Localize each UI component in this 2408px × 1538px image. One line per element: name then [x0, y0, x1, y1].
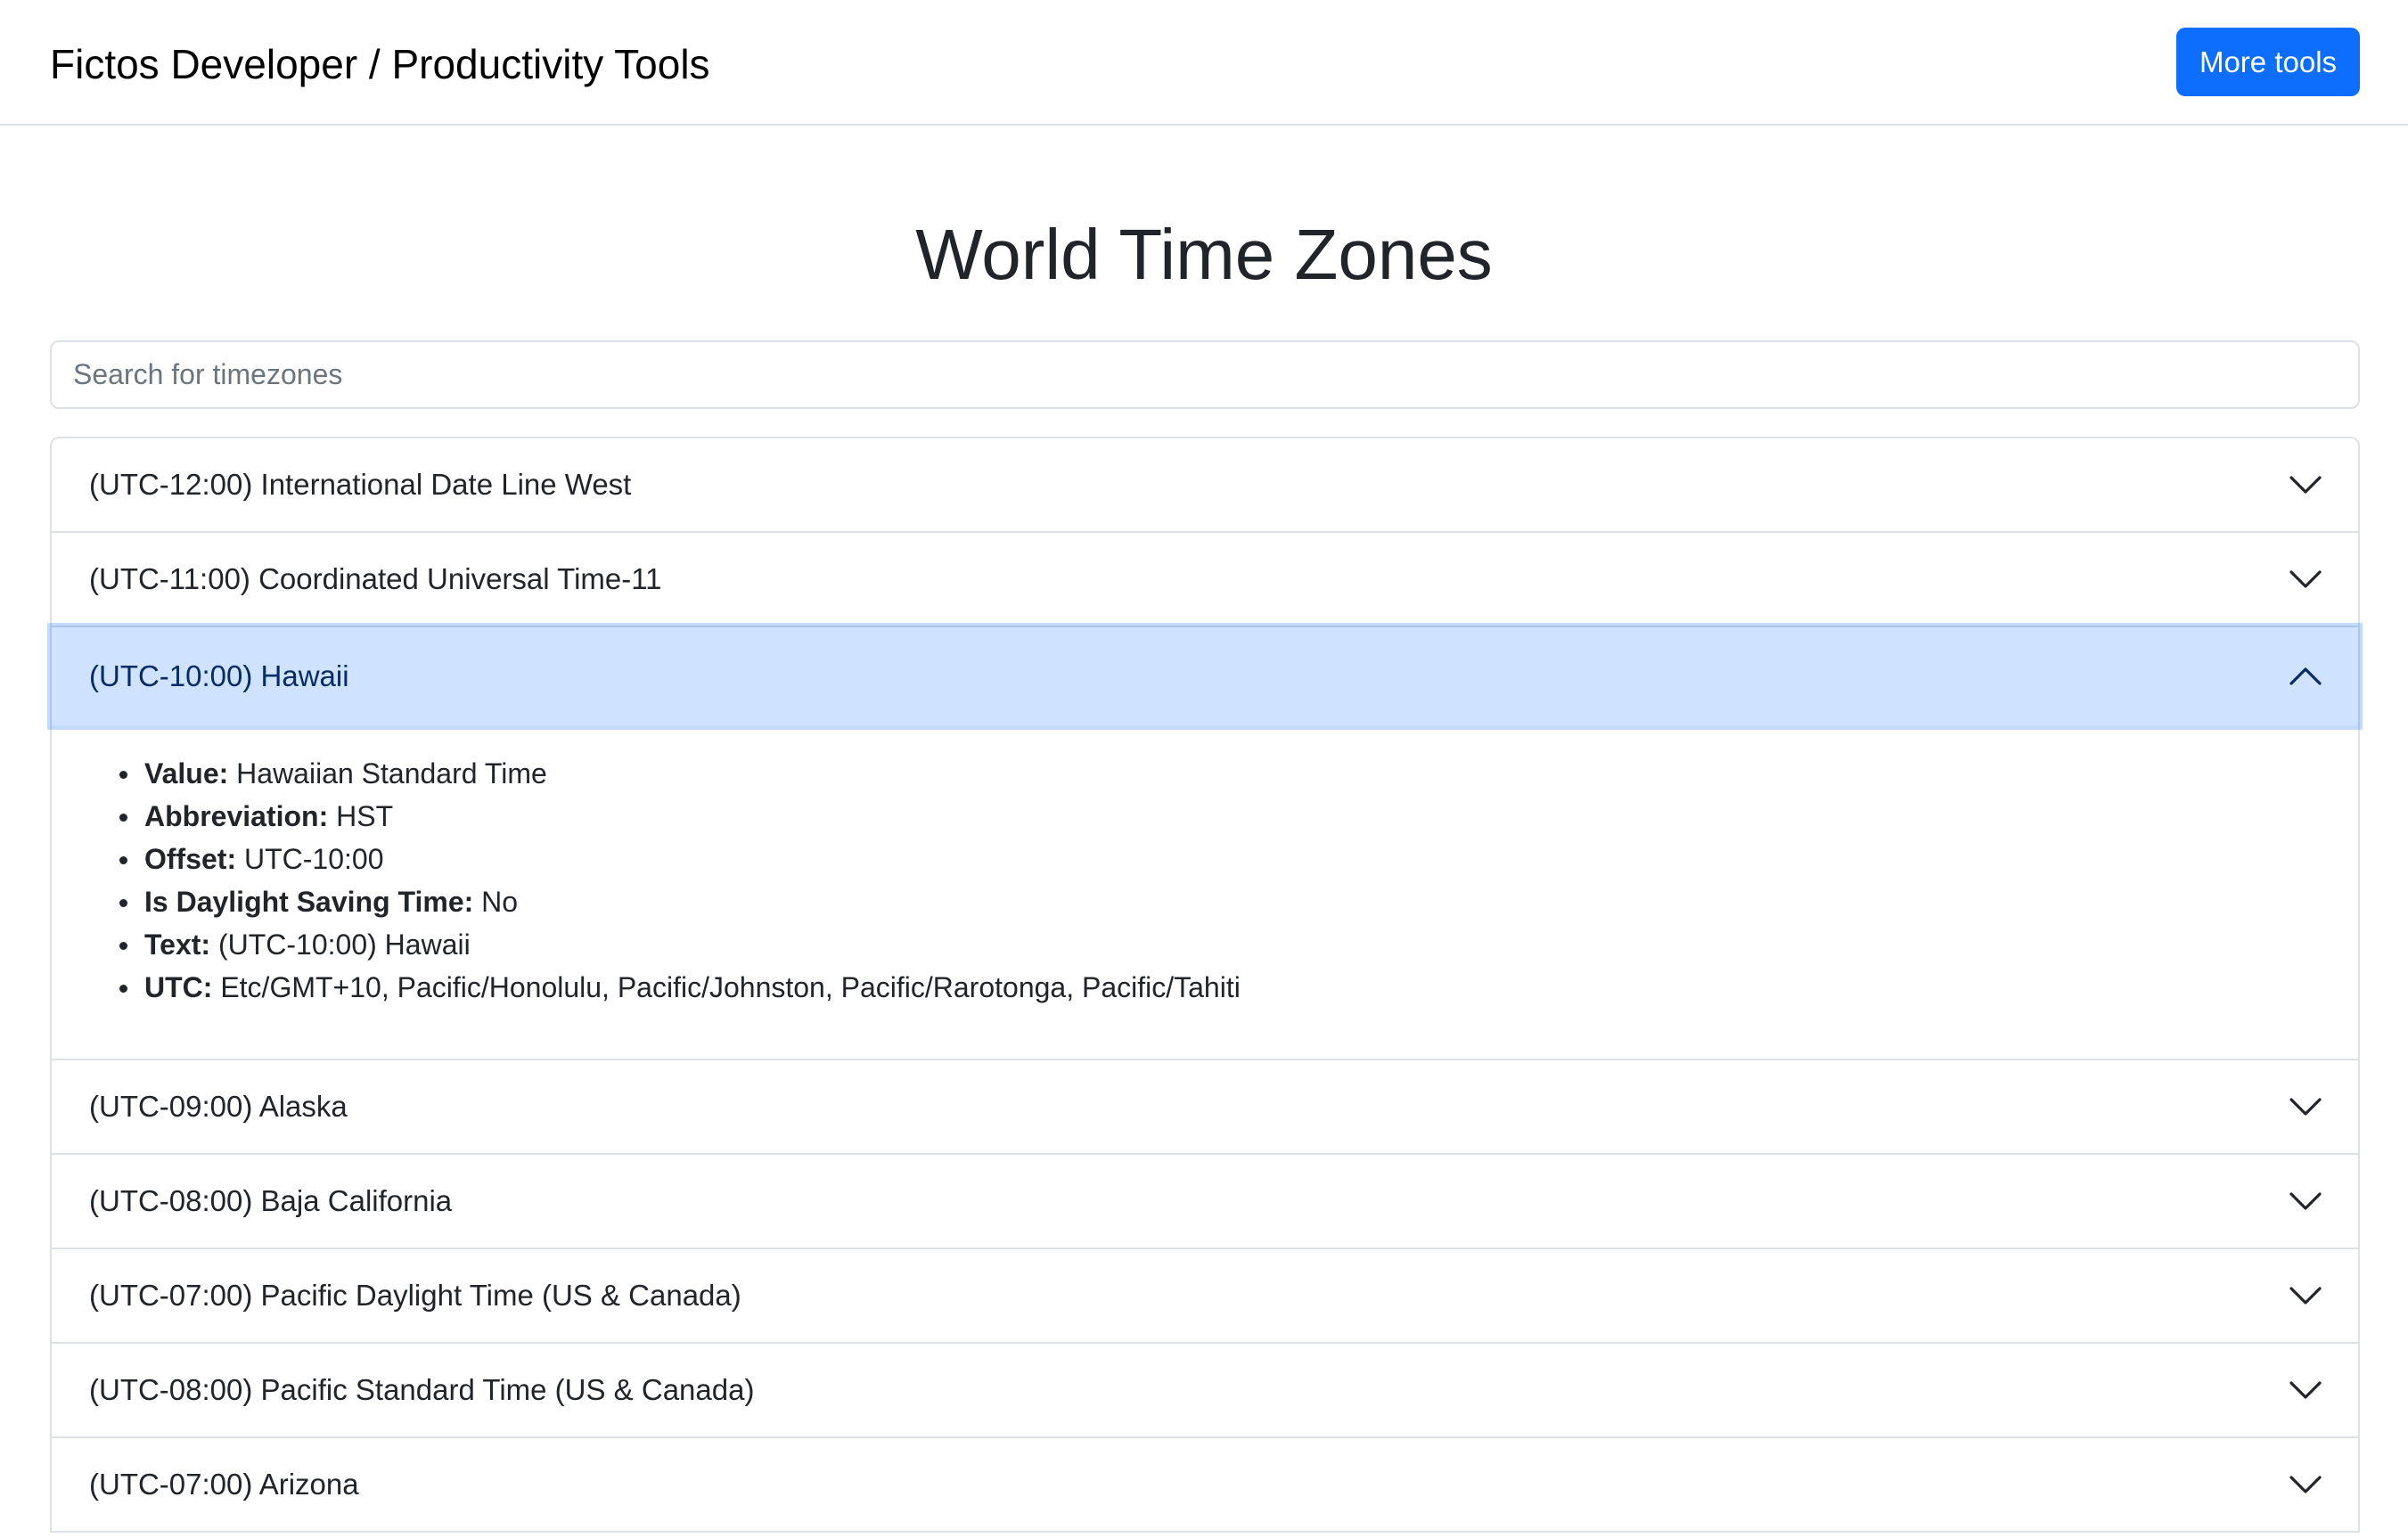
detail-value: HST — [336, 800, 394, 832]
chevron-down-icon[interactable] — [2289, 569, 2322, 590]
detail-key: Text: — [144, 929, 211, 961]
timezone-label: (UTC-12:00) International Date Line West — [89, 468, 632, 501]
accordion-header[interactable]: (UTC-07:00) Arizona — [52, 1438, 2358, 1531]
detail-item: Abbreviation: HST — [93, 795, 2321, 838]
accordion-header[interactable]: (UTC-07:00) Pacific Daylight Time (US & … — [52, 1249, 2358, 1342]
accordion-body: Value: Hawaiian Standard Time Abbreviatio… — [52, 725, 2358, 1059]
accordion-header[interactable]: (UTC-08:00) Pacific Standard Time (US & … — [52, 1344, 2358, 1436]
accordion-item: (UTC-08:00) Pacific Standard Time (US & … — [52, 1344, 2358, 1438]
detail-value: UTC-10:00 — [244, 843, 384, 875]
timezone-label: (UTC-07:00) Arizona — [89, 1468, 359, 1501]
chevron-down-icon[interactable] — [2289, 1096, 2322, 1117]
accordion-header[interactable]: (UTC-10:00) Hawaii — [52, 627, 2358, 725]
accordion-item: (UTC-09:00) Alaska — [52, 1060, 2358, 1155]
detail-key: Abbreviation: — [144, 800, 329, 832]
accordion-header[interactable]: (UTC-11:00) Coordinated Universal Time-1… — [52, 533, 2358, 626]
timezone-label: (UTC-08:00) Pacific Standard Time (US & … — [89, 1373, 755, 1406]
search-container — [50, 340, 2360, 409]
detail-value: Hawaiian Standard Time — [236, 757, 547, 789]
top-navbar: Fictos Developer / Productivity Tools Mo… — [0, 0, 2408, 126]
chevron-down-icon[interactable] — [2289, 1379, 2322, 1401]
timezone-label: (UTC-11:00) Coordinated Universal Time-1… — [89, 562, 662, 595]
accordion-item: (UTC-12:00) International Date Line West — [52, 438, 2358, 533]
chevron-up-icon[interactable] — [2289, 666, 2322, 687]
accordion-item: (UTC-08:00) Baja California — [52, 1155, 2358, 1249]
more-tools-button[interactable]: More tools — [2176, 28, 2360, 96]
accordion-header[interactable]: (UTC-08:00) Baja California — [52, 1155, 2358, 1248]
timezone-label: (UTC-07:00) Pacific Daylight Time (US & … — [89, 1279, 741, 1312]
detail-item: Text: (UTC-10:00) Hawaii — [93, 923, 2321, 966]
detail-key: Value: — [144, 757, 229, 789]
timezone-label: (UTC-09:00) Alaska — [89, 1090, 348, 1123]
accordion-header[interactable]: (UTC-12:00) International Date Line West — [52, 438, 2358, 531]
detail-key: UTC: — [144, 971, 213, 1003]
accordion-item: (UTC-07:00) Arizona — [52, 1438, 2358, 1533]
detail-item: UTC: Etc/GMT+10, Pacific/Honolulu, Pacif… — [93, 966, 2321, 1009]
accordion-header[interactable]: (UTC-09:00) Alaska — [52, 1060, 2358, 1153]
detail-key: Offset: — [144, 843, 237, 875]
detail-value: Etc/GMT+10, Pacific/Honolulu, Pacific/Jo… — [220, 971, 1241, 1003]
chevron-down-icon[interactable] — [2289, 1190, 2322, 1212]
detail-value: (UTC-10:00) Hawaii — [217, 929, 471, 961]
timezone-accordion: (UTC-12:00) International Date Line West… — [50, 437, 2360, 1533]
detail-item: Value: Hawaiian Standard Time — [93, 752, 2321, 795]
timezone-label: (UTC-08:00) Baja California — [89, 1184, 453, 1217]
search-input[interactable] — [50, 340, 2360, 409]
page-title: World Time Zones — [915, 215, 1493, 294]
detail-key: Is Daylight Saving Time: — [144, 886, 474, 918]
brand-title[interactable]: Fictos Developer / Productivity Tools — [50, 39, 710, 89]
timezone-label: (UTC-10:00) Hawaii — [89, 659, 349, 692]
chevron-down-icon[interactable] — [2289, 474, 2322, 495]
chevron-down-icon[interactable] — [2289, 1474, 2322, 1495]
chevron-down-icon[interactable] — [2289, 1285, 2322, 1306]
timezone-details-list: Value: Hawaiian Standard Time Abbreviatio… — [93, 752, 2321, 1009]
detail-value: No — [481, 886, 519, 918]
detail-item: Offset: UTC-10:00 — [93, 838, 2321, 880]
detail-item: Is Daylight Saving Time: No — [93, 880, 2321, 923]
accordion-item: (UTC-10:00) Hawaii Value: Hawaiian Standa… — [52, 627, 2358, 1060]
accordion-item: (UTC-07:00) Pacific Daylight Time (US & … — [52, 1249, 2358, 1344]
accordion-item: (UTC-11:00) Coordinated Universal Time-1… — [52, 533, 2358, 627]
